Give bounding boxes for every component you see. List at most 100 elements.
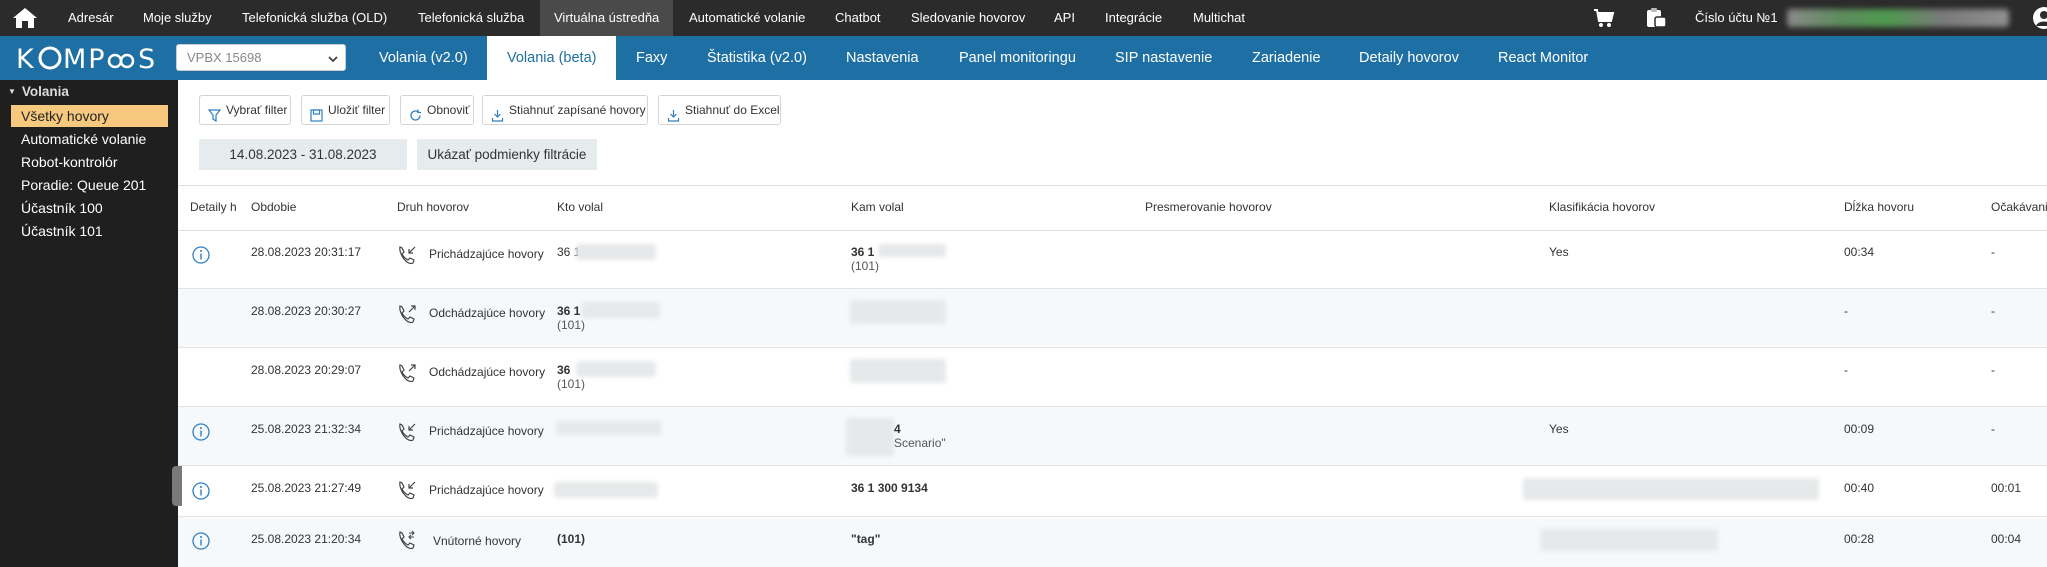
nav-adresar[interactable]: Adresár bbox=[68, 0, 114, 36]
chevron-down-icon bbox=[327, 50, 339, 64]
user-icon[interactable] bbox=[2032, 6, 2047, 30]
save-icon bbox=[310, 104, 323, 122]
nav-automaticke-volanie[interactable]: Automatické volanie bbox=[689, 0, 805, 36]
refresh-label: Obnoviť bbox=[427, 103, 470, 117]
tab-statistika[interactable]: Štatistika (v2.0) bbox=[707, 36, 807, 80]
sidebar-item-automaticke-volanie[interactable]: Automatické volanie bbox=[11, 128, 168, 150]
wait-cell: - bbox=[1991, 245, 1995, 259]
col-kam-volal[interactable]: Kam volal bbox=[851, 186, 904, 228]
nav-chatbot[interactable]: Chatbot bbox=[835, 0, 881, 36]
info-icon[interactable] bbox=[192, 482, 210, 500]
refresh-button[interactable]: Obnoviť bbox=[400, 95, 474, 125]
wait-cell: 00:04 bbox=[1991, 532, 2022, 546]
col-kto-volal[interactable]: Kto volal bbox=[557, 186, 603, 228]
call-type-cell: Prichádzajúce hovory bbox=[429, 483, 544, 497]
tab-nastavenia[interactable]: Nastavenia bbox=[846, 36, 919, 80]
save-filter-button[interactable]: Uložiť filter bbox=[301, 95, 390, 125]
info-icon[interactable] bbox=[192, 423, 210, 441]
sidebar-item-robot-kontrolor[interactable]: Robot-kontrolór bbox=[11, 151, 168, 173]
call-type-cell: Odchádzajúce hovory bbox=[429, 306, 546, 320]
tab-detaily-hovorov[interactable]: Detaily hovorov bbox=[1359, 36, 1459, 80]
tab-volania-beta[interactable]: Volania (beta) bbox=[487, 36, 617, 81]
sidebar-item-ucastnik-101[interactable]: Účastník 101 bbox=[11, 220, 168, 242]
callee-number: 4 bbox=[894, 422, 901, 436]
callee-scenario: Scenario" bbox=[894, 436, 946, 450]
nav-virtualna-ustredna[interactable]: Virtuálna ústredňa bbox=[540, 0, 674, 36]
col-obdobie[interactable]: Obdobie bbox=[251, 186, 296, 228]
period-cell: 28.08.2023 20:29:07 bbox=[251, 363, 362, 377]
internal-call-icon bbox=[396, 529, 418, 551]
redacted-caller bbox=[582, 302, 660, 318]
nav-sledovanie-hovorov[interactable]: Sledovanie hovorov bbox=[911, 0, 1025, 36]
redacted-caller bbox=[576, 244, 656, 260]
redacted-callee bbox=[878, 244, 946, 257]
table-row[interactable]: 25.08.2023 21:20:34 Vnútorné hovory (101… bbox=[178, 517, 2047, 567]
filter-icon bbox=[207, 104, 222, 123]
col-dlzka[interactable]: Dĺžka hovoru bbox=[1844, 186, 1914, 228]
duration-cell: 00:40 bbox=[1844, 481, 1875, 495]
col-ocakavanie[interactable]: Očakávani bbox=[1991, 186, 2047, 228]
nav-telefonicka-sluzba[interactable]: Telefonická služba bbox=[418, 0, 524, 36]
tab-react-monitor[interactable]: React Monitor bbox=[1498, 36, 1588, 80]
info-icon[interactable] bbox=[192, 532, 210, 550]
call-type-cell: Odchádzajúce hovory bbox=[429, 365, 546, 379]
redacted-classification bbox=[1540, 529, 1718, 551]
incoming-call-icon bbox=[396, 479, 418, 501]
caller-number: 36 1 bbox=[557, 304, 581, 318]
home-icon[interactable] bbox=[12, 6, 38, 30]
classification-cell: Yes bbox=[1549, 245, 1569, 259]
nav-multichat[interactable]: Multichat bbox=[1193, 0, 1245, 36]
callee-cell: 4 Scenario" bbox=[894, 422, 946, 450]
caller-extension: (101) bbox=[557, 377, 586, 391]
sidebar-group-volania[interactable]: ▼ Volania bbox=[8, 84, 69, 99]
select-filter-button[interactable]: Vybrať filter bbox=[199, 95, 291, 125]
sidebar-item-ucastnik-100[interactable]: Účastník 100 bbox=[11, 197, 168, 219]
redacted-caller bbox=[556, 421, 661, 435]
tab-panel-monitoringu[interactable]: Panel monitoringu bbox=[959, 36, 1076, 80]
duration-cell: - bbox=[1844, 304, 1848, 318]
svg-text:S: S bbox=[138, 44, 157, 73]
callee-cell: "tag" bbox=[851, 532, 881, 546]
table-row[interactable]: 28.08.2023 20:30:27 Odchádzajúce hovory … bbox=[178, 289, 2047, 348]
sidebar-item-poradie-queue[interactable]: Poradie: Queue 201 bbox=[11, 174, 168, 196]
wait-cell: - bbox=[1991, 363, 1995, 377]
download-icon bbox=[491, 104, 504, 122]
incoming-call-icon bbox=[396, 421, 418, 443]
table-row[interactable]: 28.08.2023 20:29:07 Odchádzajúce hovory … bbox=[178, 348, 2047, 407]
show-filter-conditions-button[interactable]: Ukázať podmienky filtrácie bbox=[417, 139, 597, 170]
nav-api[interactable]: API bbox=[1054, 0, 1075, 36]
table-row[interactable]: 25.08.2023 21:32:34 Prichádzajúce hovory… bbox=[178, 407, 2047, 466]
svg-text:K: K bbox=[16, 44, 35, 73]
redacted-caller bbox=[554, 482, 658, 498]
tab-volania-v2[interactable]: Volania (v2.0) bbox=[379, 36, 468, 80]
cart-icon[interactable] bbox=[1593, 8, 1615, 28]
tab-faxy[interactable]: Faxy bbox=[636, 36, 667, 80]
download-excel-button[interactable]: Stiahnuť do Excel bbox=[658, 95, 781, 125]
period-cell: 25.08.2023 21:32:34 bbox=[251, 422, 362, 436]
incoming-call-icon bbox=[396, 244, 418, 266]
table-row[interactable]: 25.08.2023 21:27:49 Prichádzajúce hovory… bbox=[178, 466, 2047, 517]
col-detaily[interactable]: Detaily h bbox=[190, 186, 236, 228]
tab-zariadenie[interactable]: Zariadenie bbox=[1252, 36, 1321, 80]
col-druh-hovorov[interactable]: Druh hovorov bbox=[397, 186, 469, 228]
nav-telefonicka-sluzba-old[interactable]: Telefonická služba (OLD) bbox=[242, 0, 387, 36]
call-type-cell: Prichádzajúce hovory bbox=[429, 247, 544, 261]
duration-cell: 00:34 bbox=[1844, 245, 1875, 259]
date-range-picker[interactable]: 14.08.2023 - 31.08.2023 bbox=[199, 139, 407, 170]
pbx-select[interactable]: VPBX 15698 bbox=[176, 44, 346, 71]
col-klasifikacia[interactable]: Klasifikácia hovorov bbox=[1549, 186, 1655, 228]
download-recorded-calls-button[interactable]: Stiahnuť zapísané hovory bbox=[482, 95, 648, 125]
clipboard-icon[interactable] bbox=[1645, 7, 1667, 29]
select-filter-label: Vybrať filter bbox=[226, 103, 288, 117]
nav-integracie[interactable]: Integrácie bbox=[1105, 0, 1162, 36]
info-icon[interactable] bbox=[192, 246, 210, 264]
classification-cell: Yes bbox=[1549, 422, 1569, 436]
tab-sip-nastavenie[interactable]: SIP nastavenie bbox=[1115, 36, 1212, 80]
call-type-cell: Vnútorné hovory bbox=[433, 534, 522, 548]
table-row[interactable]: 28.08.2023 20:31:17 Prichádzajúce hovory… bbox=[178, 230, 2047, 289]
nav-moje-sluzby[interactable]: Moje služby bbox=[143, 0, 212, 36]
period-cell: 25.08.2023 21:20:34 bbox=[251, 532, 362, 546]
sidebar-item-vsetky-hovory[interactable]: Všetky hovory bbox=[11, 105, 168, 127]
outgoing-call-icon bbox=[396, 303, 418, 325]
col-presmerovanie[interactable]: Presmerovanie hovorov bbox=[1145, 186, 1272, 228]
